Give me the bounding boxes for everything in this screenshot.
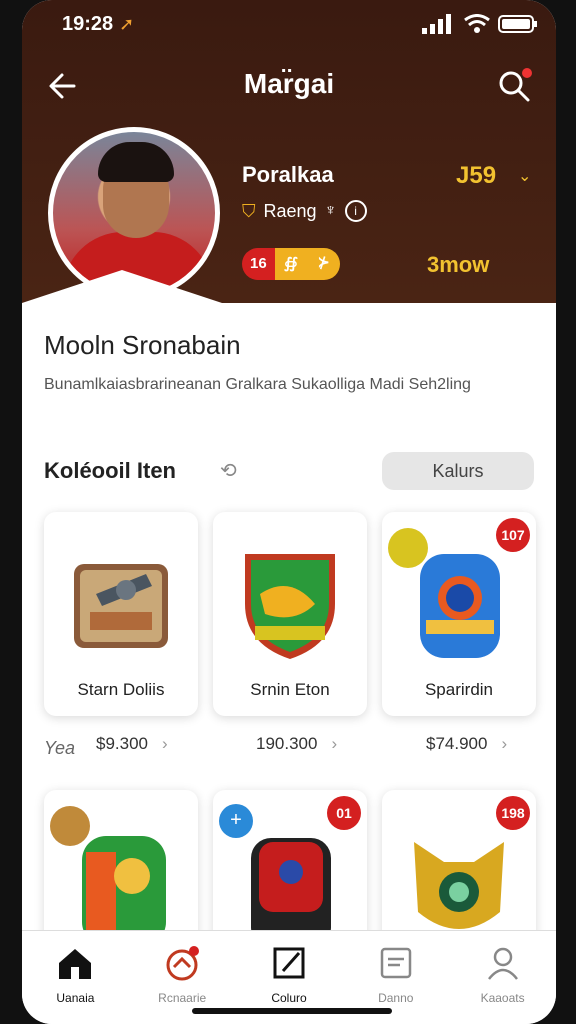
tab-label: Coluro [271, 991, 307, 1005]
profile-header: 19:28 ➚ Mar̈gai Poralkaa J59 ⌄ ⛉ Raeng ♆… [22, 0, 556, 303]
chevron-down-icon[interactable]: ⌄ [518, 166, 531, 186]
item-tag: 01 [327, 796, 361, 830]
price-prefix: Yea [44, 738, 76, 758]
item-label: Starn Doliis [77, 680, 165, 699]
battery-icon [498, 15, 537, 33]
shield-item-image [245, 554, 335, 659]
wifi-icon [464, 14, 490, 33]
price-row[interactable]: $9.300 › [96, 734, 168, 758]
item-tag: 107 [496, 518, 530, 552]
info-icon[interactable]: i [344, 200, 367, 222]
chest-item-image [74, 564, 168, 648]
filter-button[interactable]: Kalurs [382, 452, 534, 490]
tab-label: Uanaia [56, 991, 95, 1005]
status-time: 19:28 [62, 12, 114, 35]
profile-name: Poralkaa [242, 162, 334, 187]
profile-amount: 3mow [427, 252, 490, 277]
avatar-hair [98, 142, 174, 182]
item-label: Srnin Eton [250, 680, 330, 699]
price-row[interactable]: $74.900 › [426, 734, 507, 758]
item-label: Sparirdin [424, 680, 494, 699]
chevron-right-icon: › [501, 734, 508, 753]
backpack-item-image [420, 554, 500, 658]
swap-icon[interactable]: ⟲ [220, 458, 246, 484]
badge-symbol-2: ⊁ [307, 248, 340, 280]
shield-icon: ⛉ [242, 200, 256, 221]
item-price: $74.900 [426, 734, 488, 753]
header-notch [22, 270, 222, 303]
profile-badges: 16 ∯ ⊁ [242, 248, 340, 280]
tab-home[interactable]: Uanaia [22, 931, 129, 1024]
tab-label: Rcnaarie [158, 991, 207, 1005]
top-nav: Mar̈gai [22, 60, 556, 112]
status-icons [422, 14, 538, 34]
home-indicator [192, 1008, 392, 1014]
profile-icon [487, 947, 518, 980]
item-tag: 198 [496, 796, 530, 830]
ball-icon [166, 946, 200, 981]
backpack-item-image [251, 838, 331, 942]
edit-icon [273, 947, 305, 979]
profile-role-label: Raeng [263, 200, 317, 221]
tab-label: Danno [378, 991, 414, 1005]
location-arrow-icon: ➚ [119, 13, 135, 34]
item-card[interactable]: Srnin Eton [213, 512, 367, 716]
price-row[interactable]: 190.300 › [256, 734, 337, 758]
section-title: Koléooil Iten [44, 458, 176, 483]
page-title: Mar̈gai [243, 68, 335, 99]
bottom-tab-bar: Uanaia Rcnaarie Coluro Danno Kaaoats [22, 930, 556, 1024]
badge-symbol: ∯ [274, 248, 308, 280]
item-card[interactable]: 107 Sparirdin [382, 512, 536, 716]
tab-profile[interactable]: Kaaoats [449, 931, 556, 1024]
document-icon [380, 947, 412, 979]
tab-label: Kaaoats [480, 991, 525, 1005]
profile-value[interactable]: J59 [456, 162, 496, 190]
backpack-item-image [82, 836, 166, 942]
status-bar: 19:28 ➚ [62, 12, 538, 36]
item-price: 190.300 [256, 734, 318, 753]
chevron-right-icon: › [331, 734, 338, 753]
chevron-right-icon: › [162, 734, 168, 753]
item-card[interactable]: Starn Doliis [44, 512, 198, 716]
badge-number: 16 [242, 248, 275, 280]
search-button[interactable] [494, 66, 534, 106]
creature-item-image [414, 842, 504, 929]
trophy-icon: ♆ [324, 202, 337, 219]
phone-screen: 19:28 ➚ Mar̈gai Poralkaa J59 ⌄ ⛉ Raeng ♆… [22, 0, 556, 1024]
notification-dot [522, 68, 532, 78]
signal-icon [422, 14, 451, 34]
content-title: Mooln Sronabain [44, 330, 241, 360]
content-description: Bunamlkaiasbrarineanan Gralkara Sukaolli… [44, 376, 471, 393]
item-price: $9.300 [96, 734, 148, 753]
home-icon [59, 949, 92, 979]
profile-role: ⛉ Raeng ♆ i [242, 200, 367, 222]
